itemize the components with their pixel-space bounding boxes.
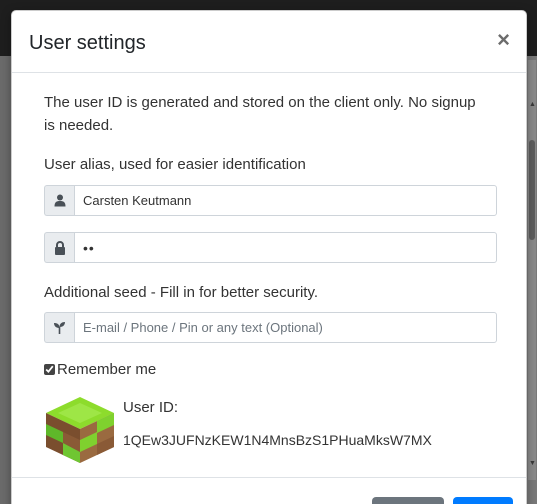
modal-header: User settings × xyxy=(12,11,526,73)
lock-icon xyxy=(44,232,74,263)
identicon-cube xyxy=(46,397,114,463)
alias-input[interactable] xyxy=(74,185,497,216)
scroll-down-arrow-icon[interactable]: ▼ xyxy=(529,460,536,468)
seedling-icon xyxy=(44,312,74,343)
user-icon xyxy=(44,185,74,216)
remember-me[interactable]: Remember me xyxy=(44,361,156,378)
password-input-group xyxy=(44,232,497,263)
seed-input[interactable] xyxy=(74,312,497,343)
alias-input-group xyxy=(44,185,497,216)
scroll-up-arrow-icon[interactable]: ▲ xyxy=(529,101,536,109)
seed-label: Additional seed - Fill in for better sec… xyxy=(44,284,319,301)
scrollbar[interactable] xyxy=(528,60,536,480)
secondary-button[interactable] xyxy=(372,497,444,504)
password-input[interactable] xyxy=(74,232,497,263)
remember-me-label: Remember me xyxy=(57,361,157,378)
remember-me-checkbox[interactable] xyxy=(44,364,55,375)
scrollbar-thumb[interactable] xyxy=(529,140,535,240)
seed-input-group xyxy=(44,312,497,343)
user-settings-modal: User settings × The user ID is generated… xyxy=(11,10,527,504)
user-id-label: User ID: xyxy=(123,399,179,416)
intro-text: The user ID is generated and stored on t… xyxy=(44,94,476,134)
alias-label: User alias, used for easier identificati… xyxy=(44,156,306,173)
user-id-value: 1QEw3JUFNzKEW1N4MnsBzS1PHuaMksW7MX xyxy=(123,432,432,448)
modal-footer-divider xyxy=(12,477,526,478)
primary-button[interactable] xyxy=(453,497,513,504)
modal-title: User settings xyxy=(29,32,146,54)
close-button[interactable]: × xyxy=(497,28,510,52)
